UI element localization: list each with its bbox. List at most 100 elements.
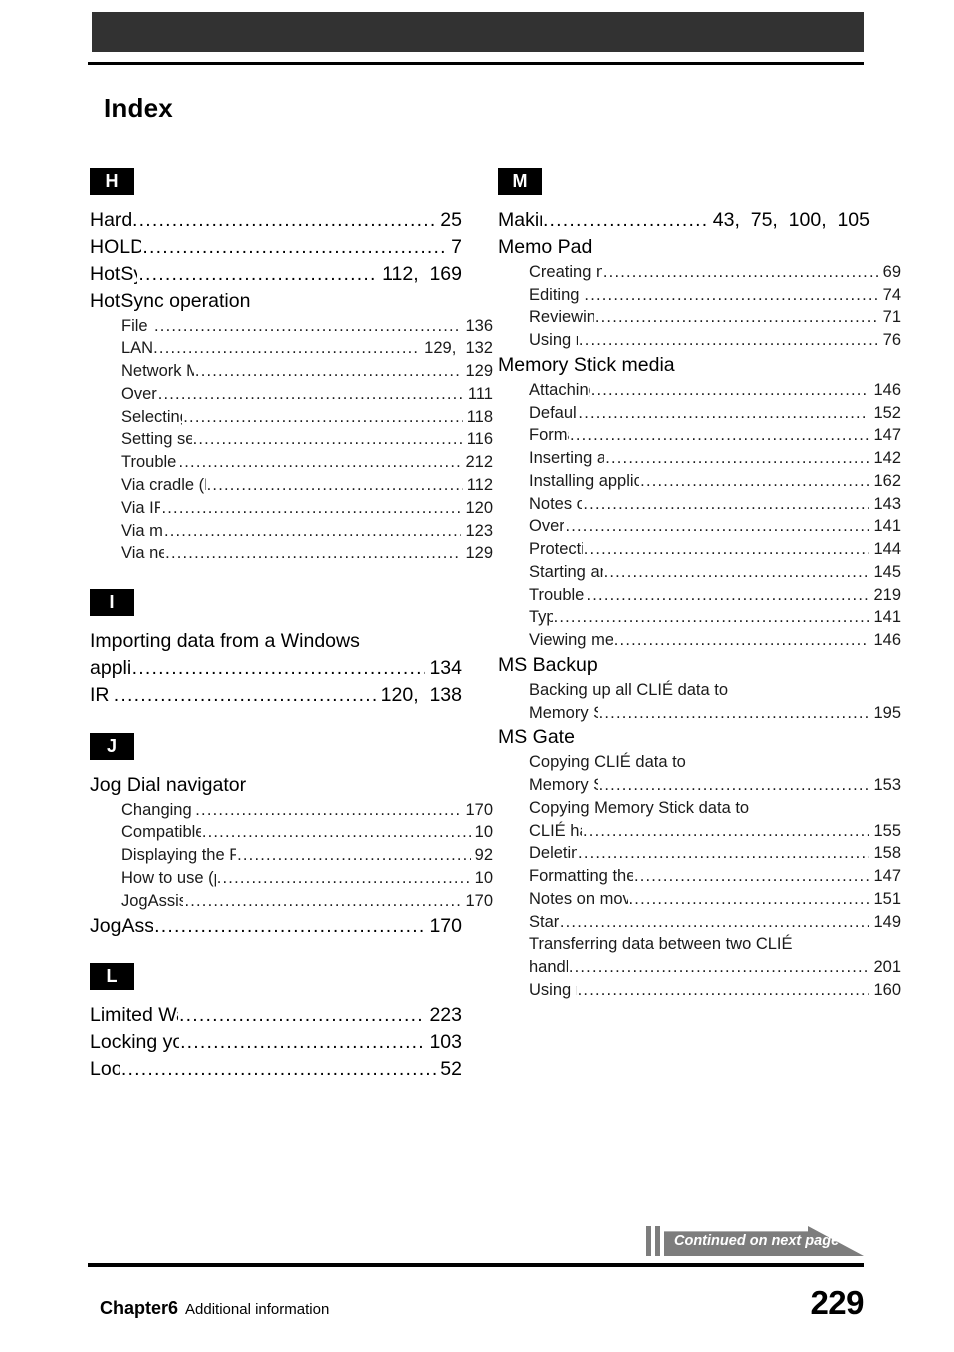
entry-label: Default folder xyxy=(529,403,578,422)
index-entry: Jog Dial navigator xyxy=(90,772,462,799)
entry-label: Setting setup options xyxy=(121,430,192,449)
entry-page-number: 129 xyxy=(465,362,493,381)
entry-label: Hard reset xyxy=(90,209,132,231)
entry-label: Starting xyxy=(529,912,559,931)
entry-label: Editing memos xyxy=(529,285,583,304)
entry-page-number: 142 xyxy=(873,449,901,468)
entry-page-number: 52 xyxy=(440,1058,462,1081)
entry-label: Formatting xyxy=(529,426,569,445)
index-subentry: Changing preferences 170 xyxy=(90,799,493,822)
index-subentry: Starting 149 xyxy=(498,911,901,934)
left-column: H Hard reset 25 HOLD switch 7 HotSync button 1… xyxy=(90,168,493,1083)
entry-page-number: 170 xyxy=(429,914,462,937)
index-entry: MS Gate xyxy=(498,724,870,751)
index-subentry: Using menus 76 xyxy=(498,329,901,352)
dot-leader xyxy=(543,207,709,234)
index-subentry: Editing memos 74 xyxy=(498,284,901,307)
entry-label: Via modem xyxy=(121,521,163,540)
entry-page-number: 111 xyxy=(467,384,493,403)
entry-label: Using menus xyxy=(529,331,578,350)
index-subentry: Via IR port 120 xyxy=(90,497,493,520)
dot-leader xyxy=(161,497,461,520)
entry-label: Network Modem Sync xyxy=(121,362,194,381)
index-subentry: Selecting Conduit 118 xyxy=(90,406,493,429)
index-letter-section-m: M Making items private 43, 75, 100, 105 Mem… xyxy=(498,168,901,1002)
chapter-label: Chapter6 xyxy=(100,1298,179,1318)
entry-label: Transferring data between two CLIÉ xyxy=(529,935,793,954)
dot-leader xyxy=(629,888,870,911)
entry-page-number: 145 xyxy=(873,562,901,581)
entry-page-number: 120, 138 xyxy=(380,683,462,706)
chapter-subtitle: Additional information xyxy=(185,1301,330,1318)
dot-leader xyxy=(178,451,461,474)
entry-label: Backing up all CLIÉ data to xyxy=(529,680,729,699)
footer-rule xyxy=(88,1263,864,1267)
entry-label: LANSync xyxy=(121,339,153,358)
entry-page-number: 223 xyxy=(429,1004,462,1027)
index-subentry: Troubleshooting 219 xyxy=(498,584,901,607)
index-subentry: Memory Stick media 195 xyxy=(498,702,901,725)
index-subentry: handhelds 201 xyxy=(498,956,901,979)
index-letter-section-h: H Hard reset 25 HOLD switch 7 HotSync button 1… xyxy=(90,168,493,565)
dot-leader xyxy=(595,306,879,329)
dot-leader xyxy=(195,799,461,822)
page-number: 229 xyxy=(810,1284,864,1321)
entry-label: IR port xyxy=(90,683,113,706)
dot-leader xyxy=(164,520,462,543)
dot-leader xyxy=(154,913,425,940)
entry-page-number: 123 xyxy=(465,521,493,540)
entry-label: Using menus xyxy=(529,980,577,999)
index-entry: JogAssist function 170 xyxy=(90,913,462,940)
index-subentry: JogAssist function 170 xyxy=(90,890,493,913)
entry-page-number: 170 xyxy=(465,891,493,910)
entry-label: Limited Warranty Statement xyxy=(90,1004,178,1027)
header-band xyxy=(92,12,864,52)
index-letter-section-i: IImporting data from a Windowsapplicatio… xyxy=(90,589,462,709)
index-entry: Lookup 52 xyxy=(90,1056,462,1083)
entry-page-number: 149 xyxy=(873,912,901,931)
letter-marker-l: L xyxy=(90,963,134,991)
dot-leader xyxy=(132,655,426,682)
entry-label: Locking your CLIÉ handheld xyxy=(90,1031,180,1054)
entry-label: Troubleshooting xyxy=(529,585,585,604)
dot-leader xyxy=(193,428,463,451)
dot-leader xyxy=(584,284,878,307)
index-subentry: LANSync 129, 132 xyxy=(90,337,493,360)
dot-leader xyxy=(586,584,869,607)
index-subentry: Copying Memory Stick data to xyxy=(498,797,901,820)
entry-page-number: 7 xyxy=(451,235,462,258)
index-subentry: Installing applications without MS Gate 1… xyxy=(498,470,901,493)
entry-label: Via network xyxy=(121,544,165,563)
index-subentry: Notes on moving or copying data 151 xyxy=(498,888,901,911)
index-entry: Hard reset 25 xyxy=(90,207,462,234)
index-subentry: File Link 136 xyxy=(90,315,493,338)
index-letter-section-j: J Jog Dial navigator Changing preferences 1… xyxy=(90,732,493,940)
entry-page-number: 144 xyxy=(873,540,901,559)
entry-page-number: 25 xyxy=(440,209,462,231)
entry-page-number: 112, 169 xyxy=(382,262,462,285)
entry-page-number: 129 xyxy=(465,544,493,563)
entry-page-number: 143 xyxy=(873,494,901,513)
dot-leader xyxy=(569,956,870,979)
entry-label: HotSync operation xyxy=(90,289,251,312)
dot-leader xyxy=(605,447,869,470)
entry-label: Formatting the Memory Stick media xyxy=(529,867,633,886)
entry-page-number: 201 xyxy=(873,958,901,977)
entry-page-number: 219 xyxy=(873,585,901,604)
entry-label: Making items private xyxy=(498,209,542,231)
dot-leader xyxy=(599,702,870,725)
entry-page-number: 146 xyxy=(873,380,901,399)
dot-leader xyxy=(579,329,879,352)
dot-leader xyxy=(584,538,870,561)
entry-page-number: 120 xyxy=(465,498,493,517)
entry-label: application xyxy=(90,656,131,679)
index-entry: Memo Pad xyxy=(498,234,870,261)
entry-label: Viewing media information xyxy=(529,631,613,650)
index-subentry: Memory Stick media 153 xyxy=(498,774,901,797)
entry-page-number: 129, 132 xyxy=(424,339,493,358)
dot-leader xyxy=(578,979,870,1002)
entry-label: Copying CLIÉ data to xyxy=(529,753,686,772)
entry-page-number: 141 xyxy=(873,517,901,536)
entry-label: File Link xyxy=(121,316,153,335)
entry-page-number: 158 xyxy=(873,844,901,863)
